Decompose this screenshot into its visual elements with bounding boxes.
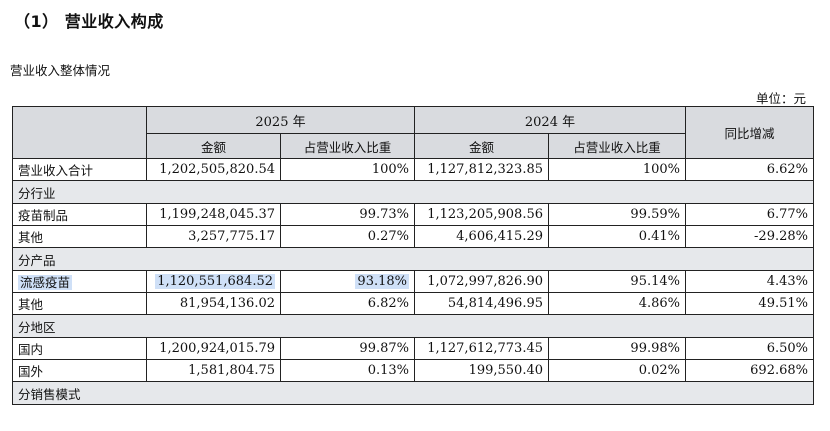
share-2024: 4.86% [548, 292, 686, 315]
yoy-change: 692.68% [685, 359, 814, 382]
header-share-2024: 占营业收入比重 [548, 133, 686, 159]
amount-2025: 3,257,775.17 [146, 225, 281, 248]
section-label: 分行业 [12, 180, 814, 204]
amount-2025: 1,581,804.75 [146, 359, 281, 382]
selected-text: 1,120,551,684.52 [155, 274, 275, 289]
yoy-change: 6.77% [685, 203, 814, 226]
share-2025: 0.27% [280, 225, 415, 248]
share-2025: 99.87% [280, 337, 415, 360]
revenue-table: 2025 年 2024 年 同比增减 金额 占营业收入比重 金额 占营业收入比重… [12, 106, 814, 405]
yoy-change: 6.62% [685, 158, 814, 181]
section-label: 分地区 [12, 314, 814, 338]
header-share-2025: 占营业收入比重 [280, 133, 415, 159]
header-blank-cell [12, 106, 147, 159]
amount-2025: 81,954,136.02 [146, 292, 281, 315]
header-yoy: 同比增减 [685, 106, 814, 159]
row-label: 国外 [12, 359, 147, 382]
share-2024: 95.14% [548, 270, 686, 293]
share-2024: 0.02% [548, 359, 686, 382]
unit-label: 单位：元 [755, 91, 806, 106]
table-row-overseas: 国外 1,581,804.75 0.13% 199,550.40 0.02% 6… [12, 359, 814, 382]
share-2025: 100% [280, 158, 415, 181]
header-amount-2024: 金额 [414, 133, 549, 159]
amount-2024: 1,072,997,826.90 [414, 270, 549, 293]
header-year-2025: 2025 年 [146, 106, 415, 134]
amount-2025: 1,199,248,045.37 [146, 203, 281, 226]
row-label: 其他 [12, 292, 147, 315]
selected-text: 流感疫苗 [18, 275, 73, 290]
table-row-vaccine-products: 疫苗制品 1,199,248,045.37 99.73% 1,123,205,9… [12, 203, 814, 226]
selected-text: 93.18% [355, 274, 409, 289]
section-row-region: 分地区 [12, 314, 814, 338]
row-label: 国内 [12, 337, 147, 360]
amount-2024: 54,814,496.95 [414, 292, 549, 315]
header-year-2024: 2024 年 [414, 106, 686, 134]
share-2025: 0.13% [280, 359, 415, 382]
section-label: 分产品 [12, 247, 814, 271]
section-heading: （1） 营业收入构成 [14, 12, 164, 31]
share-2025: 93.18% [280, 270, 415, 293]
share-2024: 0.41% [548, 225, 686, 248]
share-2024: 99.98% [548, 337, 686, 360]
table-row-product-other: 其他 81,954,136.02 6.82% 54,814,496.95 4.8… [12, 292, 814, 315]
row-label: 流感疫苗 [12, 270, 147, 293]
amount-2025: 1,200,924,015.79 [146, 337, 281, 360]
amount-2025: 1,202,505,820.54 [146, 158, 281, 181]
share-2024: 100% [548, 158, 686, 181]
yoy-change: -29.28% [685, 225, 814, 248]
yoy-change: 49.51% [685, 292, 814, 315]
table-row-total: 营业收入合计 1,202,505,820.54 100% 1,127,812,3… [12, 158, 814, 181]
row-label: 其他 [12, 225, 147, 248]
section-label: 分销售模式 [12, 381, 814, 405]
table-row-industry-other: 其他 3,257,775.17 0.27% 4,606,415.29 0.41%… [12, 225, 814, 248]
share-2024: 99.59% [548, 203, 686, 226]
section-row-industry: 分行业 [12, 180, 814, 204]
amount-2024: 1,123,205,908.56 [414, 203, 549, 226]
table-row-domestic: 国内 1,200,924,015.79 99.87% 1,127,612,773… [12, 337, 814, 360]
amount-2024: 4,606,415.29 [414, 225, 549, 248]
row-label: 营业收入合计 [12, 158, 147, 181]
subheading: 营业收入整体情况 [10, 63, 111, 78]
section-row-product: 分产品 [12, 247, 814, 271]
table-row-flu-vaccine: 流感疫苗 1,120,551,684.52 93.18% 1,072,997,8… [12, 270, 814, 293]
amount-2024: 1,127,812,323.85 [414, 158, 549, 181]
header-amount-2025: 金额 [146, 133, 281, 159]
header-row-years: 2025 年 2024 年 同比增减 [12, 106, 814, 159]
yoy-change: 4.43% [685, 270, 814, 293]
amount-2025: 1,120,551,684.52 [146, 270, 281, 293]
amount-2024: 199,550.40 [414, 359, 549, 382]
share-2025: 99.73% [280, 203, 415, 226]
section-row-sales-mode: 分销售模式 [12, 381, 814, 405]
row-label: 疫苗制品 [12, 203, 147, 226]
amount-2024: 1,127,612,773.45 [414, 337, 549, 360]
share-2025: 6.82% [280, 292, 415, 315]
yoy-change: 6.50% [685, 337, 814, 360]
